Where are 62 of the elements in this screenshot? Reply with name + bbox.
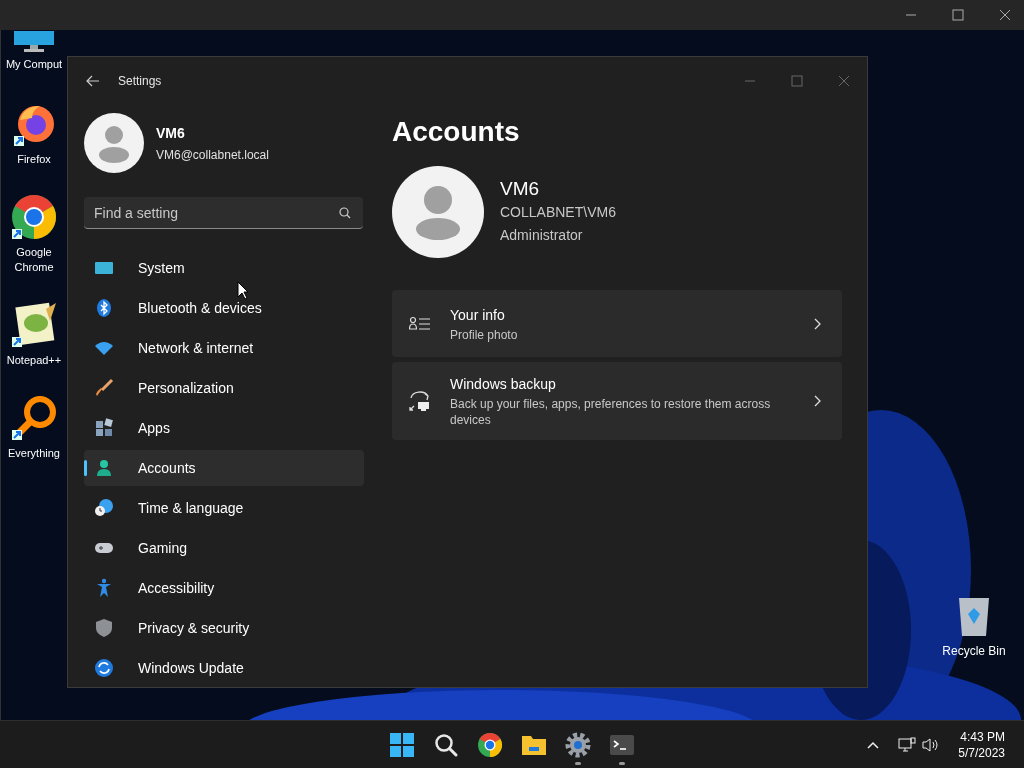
gear-icon [565,731,591,758]
network-icon[interactable] [898,736,917,753]
brush-icon [94,378,114,398]
settings-card[interactable]: Windows backup Back up your files, apps, preferences to restore them across devices [392,362,842,440]
cursor-icon [237,281,249,300]
search-field[interactable]: Find a setting [84,197,363,229]
desktop-icon-label[interactable]: Google Chrome [3,245,65,275]
apps-icon [94,418,114,438]
maximize-icon[interactable] [952,9,964,21]
profile-role: Administrator [500,226,584,245]
profile-account: COLLABNET\VM6 [500,203,616,222]
notepad-icon [10,301,58,349]
close-icon[interactable] [999,9,1011,21]
close-icon[interactable] [838,75,850,87]
chrome-icon [10,193,58,241]
shield-icon [94,618,114,638]
desktop-icon-label[interactable]: My Comput [5,57,63,72]
card-title: Your info [450,305,506,325]
monitor-icon [12,31,56,53]
nav-item[interactable]: Personalization [84,370,364,406]
windows-logo-icon [389,731,415,758]
nav-item[interactable]: Windows Update [84,650,364,686]
card-subtitle: Back up your files, apps, preferences to restore them across devices [450,396,772,428]
nav-item[interactable]: Accounts [84,450,364,486]
window-title: Settings [118,73,162,90]
search-icon [339,207,351,219]
bluetooth-icon [94,298,114,318]
sync-devices-icon [409,390,431,412]
nav-item[interactable]: Accessibility [84,570,364,606]
nav-item[interactable]: Time & language [84,490,364,526]
desktop-icon-label[interactable]: Firefox [17,152,51,167]
nav-item[interactable]: Network & internet [84,330,364,366]
nav-item[interactable]: System [84,250,364,286]
card-subtitle: Profile photo [450,326,519,343]
user-name: VM6 [156,123,186,143]
desktop-icon-label[interactable]: Everything [8,446,60,461]
card-title: Windows backup [450,375,557,394]
page-heading: Accounts [392,115,521,149]
magnifier-icon [10,394,58,442]
person-list-icon [409,315,431,332]
chrome-icon [477,731,503,758]
speaker-icon[interactable] [922,736,941,753]
globe-clock-icon [94,498,114,518]
nav-item[interactable]: Bluetooth & devices [84,290,364,326]
person-icon [94,458,114,478]
nav-item[interactable]: Privacy & security [84,610,364,646]
user-email: VM6@collabnet.local [156,146,269,164]
chevron-right-icon [814,395,822,407]
chevron-right-icon [814,317,822,330]
desktop-icon-label[interactable]: Notepad++ [6,353,62,368]
nav-item[interactable]: Gaming [84,530,364,566]
clock[interactable]: 4:43 PM 5/7/2023 [958,728,1005,761]
nav-item[interactable]: Apps [84,410,364,446]
avatar-icon [84,113,144,173]
settings-card[interactable]: Your info Profile photo [392,290,842,357]
avatar-icon [392,166,484,258]
update-icon [94,658,114,678]
chevron-up-icon[interactable] [867,740,880,749]
desktop-icon-label[interactable]: Recycle Bin [942,642,1006,660]
profile-name: VM6 [500,178,541,200]
back-arrow-icon[interactable] [86,75,100,87]
search-icon [433,731,459,758]
